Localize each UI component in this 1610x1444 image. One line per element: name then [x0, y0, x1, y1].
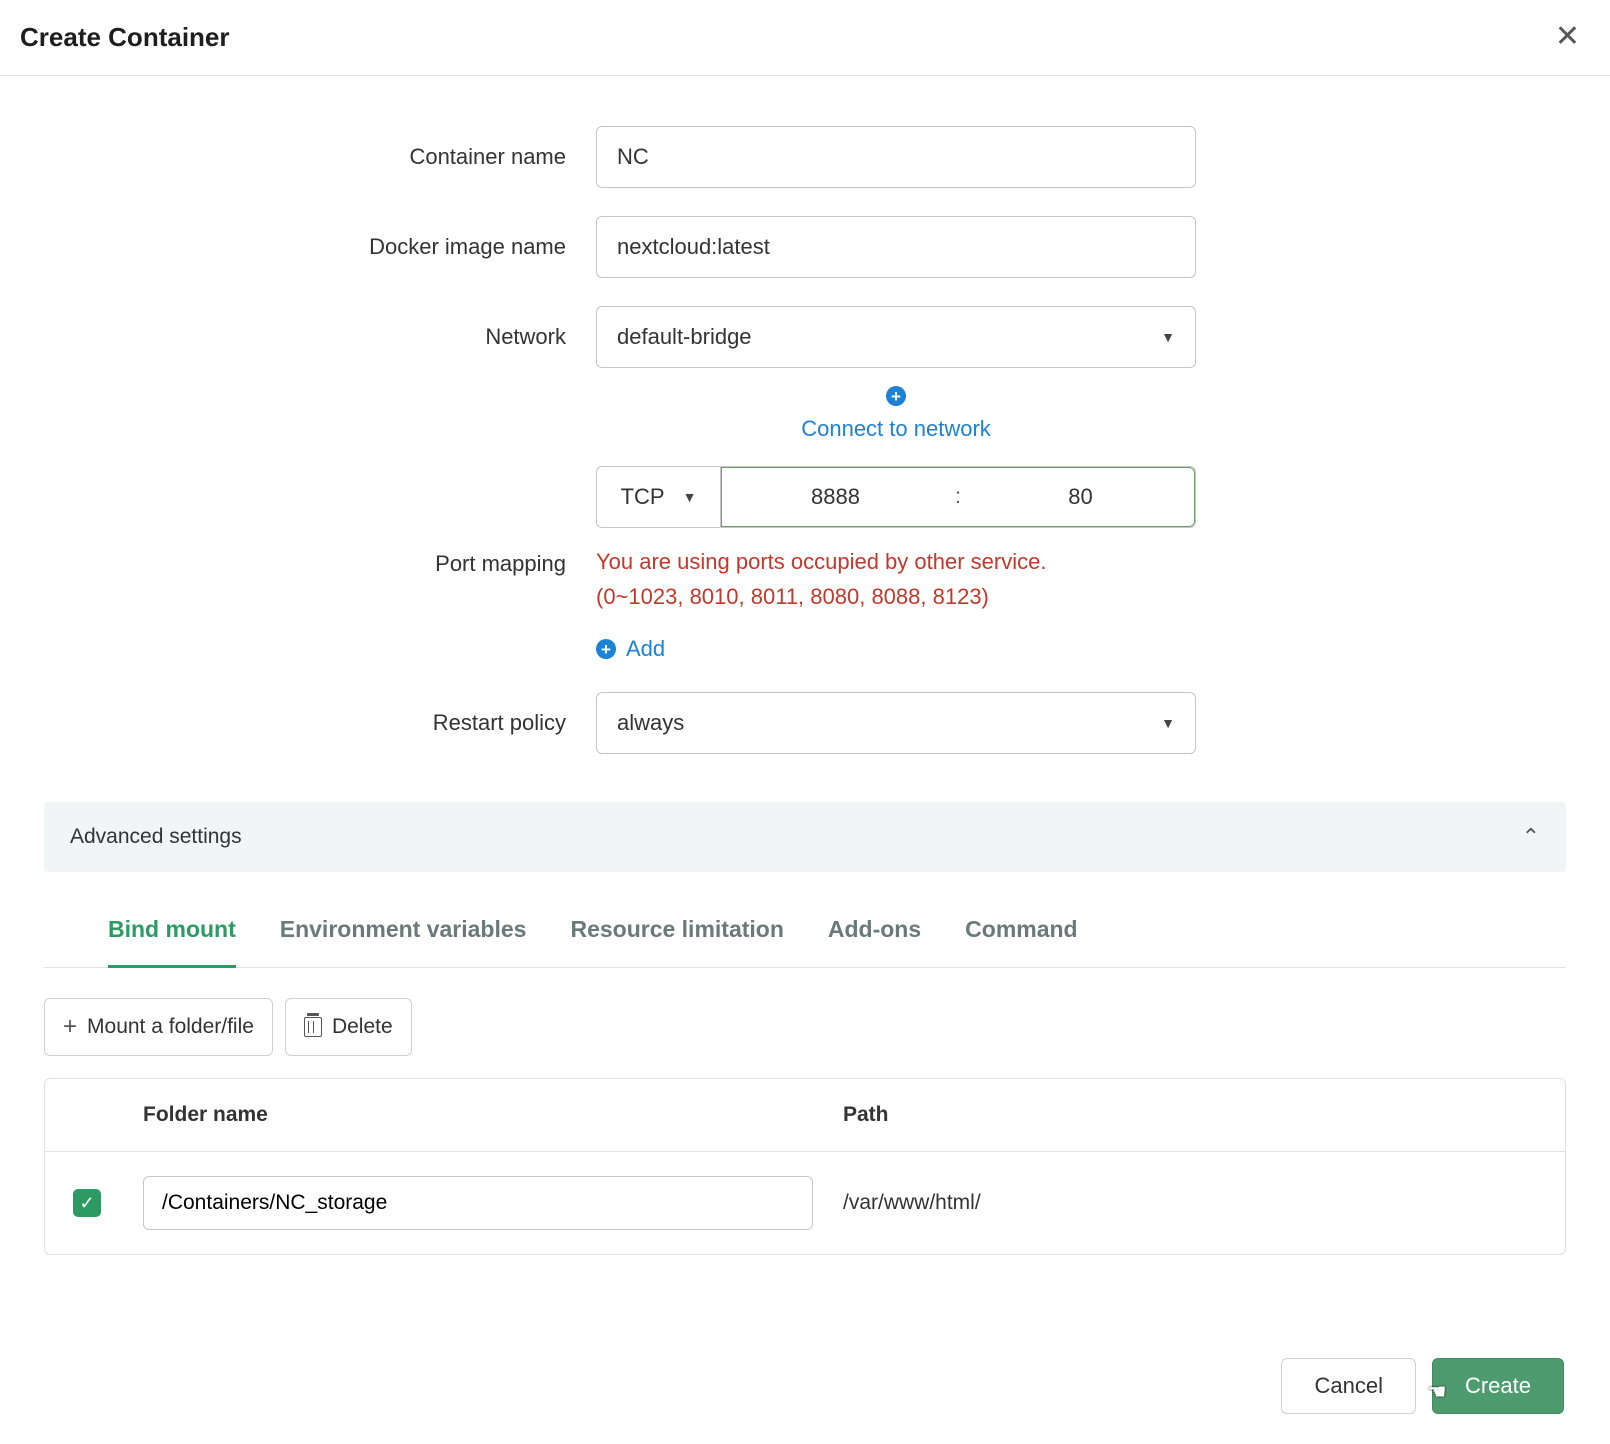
caret-down-icon: ▼ — [1161, 329, 1175, 345]
tab-command[interactable]: Command — [965, 916, 1077, 967]
row-container-name: Container name — [50, 126, 1560, 188]
tab-env-vars[interactable]: Environment variables — [280, 916, 527, 967]
row-port-mapping: Port mapping TCP ▼ 8888 : 80 You are usi… — [50, 466, 1560, 662]
col-path: Path — [843, 1103, 1537, 1127]
restart-policy-select[interactable]: always ▼ — [596, 692, 1196, 754]
plus-circle-icon: + — [886, 386, 906, 406]
protocol-value: TCP — [621, 484, 665, 510]
delete-label: Delete — [332, 1015, 393, 1039]
port-separator: : — [949, 485, 967, 509]
row-connect-network: + Connect to network — [50, 386, 1560, 442]
table-row: ✓ /var/www/html/ — [45, 1152, 1565, 1254]
advanced-settings-label: Advanced settings — [70, 825, 242, 849]
port-mapping-group: TCP ▼ 8888 : 80 — [596, 466, 1196, 528]
create-button[interactable]: ☚ Create — [1432, 1358, 1564, 1414]
advanced-settings-toggle[interactable]: Advanced settings ⌃ — [44, 802, 1566, 872]
form-area: Container name Docker image name Network… — [0, 76, 1610, 754]
add-port-row: + Add — [596, 636, 1196, 662]
caret-down-icon: ▼ — [683, 489, 697, 505]
bind-action-buttons: Mount a folder/file Delete — [0, 968, 1610, 1056]
container-name-input[interactable] — [596, 126, 1196, 188]
chevron-up-icon: ⌃ — [1522, 824, 1540, 850]
row-checkbox[interactable]: ✓ — [73, 1189, 101, 1217]
container-port-value: 80 — [967, 484, 1194, 510]
tab-resource-limitation[interactable]: Resource limitation — [570, 916, 783, 967]
network-select[interactable]: default-bridge ▼ — [596, 306, 1196, 368]
create-button-label: Create — [1465, 1373, 1531, 1399]
bind-mount-table: Folder name Path ✓ /var/www/html/ — [44, 1078, 1566, 1255]
col-folder-name: Folder name — [143, 1103, 843, 1127]
network-value: default-bridge — [617, 324, 752, 350]
dialog-header: Create Container ✕ — [0, 0, 1610, 76]
connect-network-link[interactable]: Connect to network — [801, 416, 991, 442]
label-port-mapping: Port mapping — [50, 551, 596, 577]
tab-add-ons[interactable]: Add-ons — [828, 916, 921, 967]
mount-folder-label: Mount a folder/file — [87, 1015, 254, 1039]
row-network: Network default-bridge ▼ — [50, 306, 1560, 368]
cancel-button[interactable]: Cancel — [1281, 1358, 1415, 1414]
close-icon[interactable]: ✕ — [1555, 22, 1580, 52]
cursor-icon: ☚ — [1427, 1379, 1447, 1405]
row-docker-image: Docker image name — [50, 216, 1560, 278]
restart-policy-value: always — [617, 710, 684, 736]
trash-icon — [304, 1017, 322, 1037]
add-port-link[interactable]: Add — [626, 636, 665, 662]
tab-bind-mount[interactable]: Bind mount — [108, 916, 236, 968]
delete-button[interactable]: Delete — [285, 998, 412, 1056]
port-warning-line2: (0~1023, 8010, 8011, 8080, 8088, 8123) — [596, 579, 1196, 614]
footer-buttons: Cancel ☚ Create — [1281, 1358, 1564, 1414]
table-header: Folder name Path — [45, 1079, 1565, 1152]
plus-circle-icon: + — [596, 639, 616, 659]
port-warning-line1: You are using ports occupied by other se… — [596, 549, 1046, 574]
dialog-title: Create Container — [20, 22, 230, 53]
protocol-select[interactable]: TCP ▼ — [597, 467, 721, 527]
folder-name-input[interactable] — [143, 1176, 813, 1230]
row-restart-policy: Restart policy always ▼ — [50, 692, 1560, 754]
label-network: Network — [50, 324, 596, 350]
host-port-value: 8888 — [722, 484, 949, 510]
path-value: /var/www/html/ — [843, 1191, 1537, 1215]
caret-down-icon: ▼ — [1161, 715, 1175, 731]
port-pair-input[interactable]: 8888 : 80 — [721, 467, 1195, 527]
tabs: Bind mount Environment variables Resourc… — [44, 872, 1566, 968]
docker-image-input[interactable] — [596, 216, 1196, 278]
port-warning: You are using ports occupied by other se… — [596, 544, 1196, 614]
plus-icon — [63, 1013, 77, 1041]
label-docker-image: Docker image name — [50, 234, 596, 260]
mount-folder-button[interactable]: Mount a folder/file — [44, 998, 273, 1056]
label-restart-policy: Restart policy — [50, 710, 596, 736]
label-container-name: Container name — [50, 144, 596, 170]
